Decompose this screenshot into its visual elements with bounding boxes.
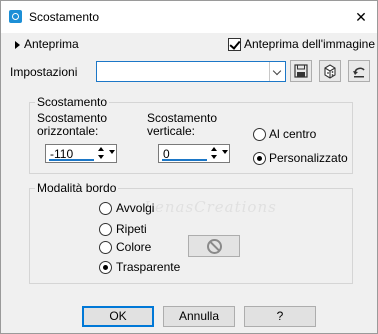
wrap-radio-label: Avvolgi xyxy=(116,201,155,215)
load-preset-button[interactable] xyxy=(319,60,341,82)
wrap-radio[interactable] xyxy=(99,202,112,215)
custom-radio-label: Personalizzato xyxy=(269,151,348,165)
close-button[interactable]: ✕ xyxy=(351,7,371,27)
horizontal-offset-dropdown-icon[interactable] xyxy=(109,150,115,154)
vertical-offset-dropdown-icon[interactable] xyxy=(222,150,228,154)
custom-radio[interactable] xyxy=(253,152,266,165)
horizontal-offset-label-line1: Scostamento xyxy=(37,111,108,125)
preview-image-checkbox[interactable] xyxy=(228,38,241,51)
reset-button[interactable] xyxy=(348,60,370,82)
horizontal-offset-input[interactable]: -110 xyxy=(45,144,117,163)
dialog-window: Scostamento ✕ Anteprima Anteprima dell'i… xyxy=(0,0,378,334)
center-radio-label: Al centro xyxy=(269,127,317,141)
vertical-offset-spinner[interactable] xyxy=(209,146,220,161)
offset-group-label: Scostamento xyxy=(35,95,110,109)
title-bar: Scostamento ✕ xyxy=(1,1,377,33)
vertical-offset-label-line2: verticale: xyxy=(147,124,196,138)
transparent-radio[interactable] xyxy=(99,261,112,274)
watermark: LenasCreations xyxy=(144,198,277,216)
chevron-down-icon[interactable] xyxy=(269,62,285,81)
vertical-offset-focus-line xyxy=(162,159,207,161)
ok-button[interactable]: OK xyxy=(82,306,154,327)
expand-preview-icon[interactable] xyxy=(15,41,20,49)
save-icon xyxy=(294,64,308,78)
reset-icon xyxy=(353,67,365,78)
save-preset-button[interactable] xyxy=(290,60,312,82)
center-radio[interactable] xyxy=(253,128,266,141)
color-swatch-button[interactable] xyxy=(188,235,240,257)
repeat-radio-label: Ripeti xyxy=(116,222,147,236)
no-color-icon xyxy=(207,239,222,254)
help-button[interactable]: ? xyxy=(244,306,316,327)
repeat-radio[interactable] xyxy=(99,223,112,236)
edge-mode-group-label: Modalità bordo xyxy=(35,181,119,195)
horizontal-offset-focus-line xyxy=(49,159,94,161)
color-radio[interactable] xyxy=(99,241,112,254)
vertical-offset-label-line1: Scostamento xyxy=(147,111,218,125)
color-radio-label: Colore xyxy=(116,240,152,254)
preview-image-label: Anteprima dell'immagine xyxy=(244,37,376,51)
transparent-radio-label: Trasparente xyxy=(116,260,181,274)
app-icon xyxy=(9,10,22,23)
settings-combo[interactable] xyxy=(96,61,286,82)
vertical-offset-input[interactable]: 0 xyxy=(158,144,230,163)
cancel-button[interactable]: Annulla xyxy=(163,306,235,327)
horizontal-offset-label-line2: orizzontale: xyxy=(37,124,99,138)
window-title: Scostamento xyxy=(29,10,100,24)
settings-label: Impostazioni xyxy=(10,65,78,79)
horizontal-offset-spinner[interactable] xyxy=(96,146,107,161)
load-preset-icon xyxy=(324,64,336,79)
preview-toggle-label[interactable]: Anteprima xyxy=(24,37,79,51)
